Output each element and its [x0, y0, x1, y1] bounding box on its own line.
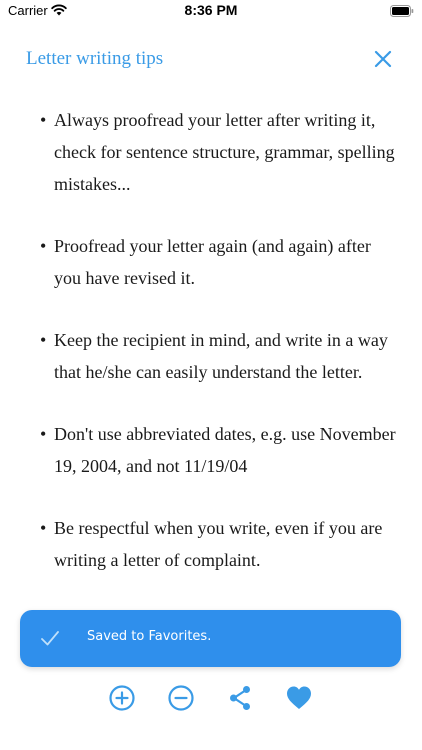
- close-button[interactable]: [374, 50, 392, 68]
- tip-item: • Don't use abbreviated dates, e.g. use …: [40, 418, 400, 482]
- zoom-out-button[interactable]: [167, 684, 195, 712]
- tips-content: • Always proofread your letter after wri…: [40, 104, 400, 606]
- close-icon: [374, 50, 392, 68]
- status-time: 8:36 PM: [184, 2, 238, 18]
- tip-text: Don't use abbreviated dates, e.g. use No…: [54, 424, 396, 476]
- checkmark-icon: [41, 631, 59, 646]
- zoom-out-icon: [168, 685, 194, 711]
- share-button[interactable]: [226, 684, 254, 712]
- tip-text: Always proofread your letter after writi…: [54, 110, 395, 194]
- bottom-toolbar: [0, 684, 422, 714]
- zoom-in-button[interactable]: [108, 684, 136, 712]
- bullet: •: [40, 330, 47, 350]
- page-title: Letter writing tips: [26, 48, 164, 69]
- battery-icon: [390, 5, 414, 17]
- favorite-heart-icon: [287, 686, 311, 709]
- tip-item: • Always proofread your letter after wri…: [40, 104, 400, 200]
- tip-text: Proofread your letter again (and again) …: [54, 236, 371, 288]
- tip-item: • Keep the recipient in mind, and write …: [40, 324, 400, 388]
- bullet: •: [40, 110, 47, 130]
- share-icon: [230, 686, 250, 710]
- zoom-in-icon: [109, 685, 135, 711]
- tip-text: Keep the recipient in mind, and write in…: [54, 330, 388, 382]
- favorite-button[interactable]: [285, 684, 313, 712]
- status-bar: Carrier 8:36 PM: [0, 0, 422, 24]
- tip-item: • Be respectful when you write, even if …: [40, 512, 400, 576]
- bullet: •: [40, 424, 47, 444]
- tip-item: • Proofread your letter again (and again…: [40, 230, 400, 294]
- bullet: •: [40, 518, 47, 538]
- tip-text: Be respectful when you write, even if yo…: [54, 518, 383, 570]
- saved-toast: Saved to Favorites.: [20, 610, 401, 667]
- bullet: •: [40, 236, 47, 256]
- toast-message: Saved to Favorites.: [87, 629, 212, 644]
